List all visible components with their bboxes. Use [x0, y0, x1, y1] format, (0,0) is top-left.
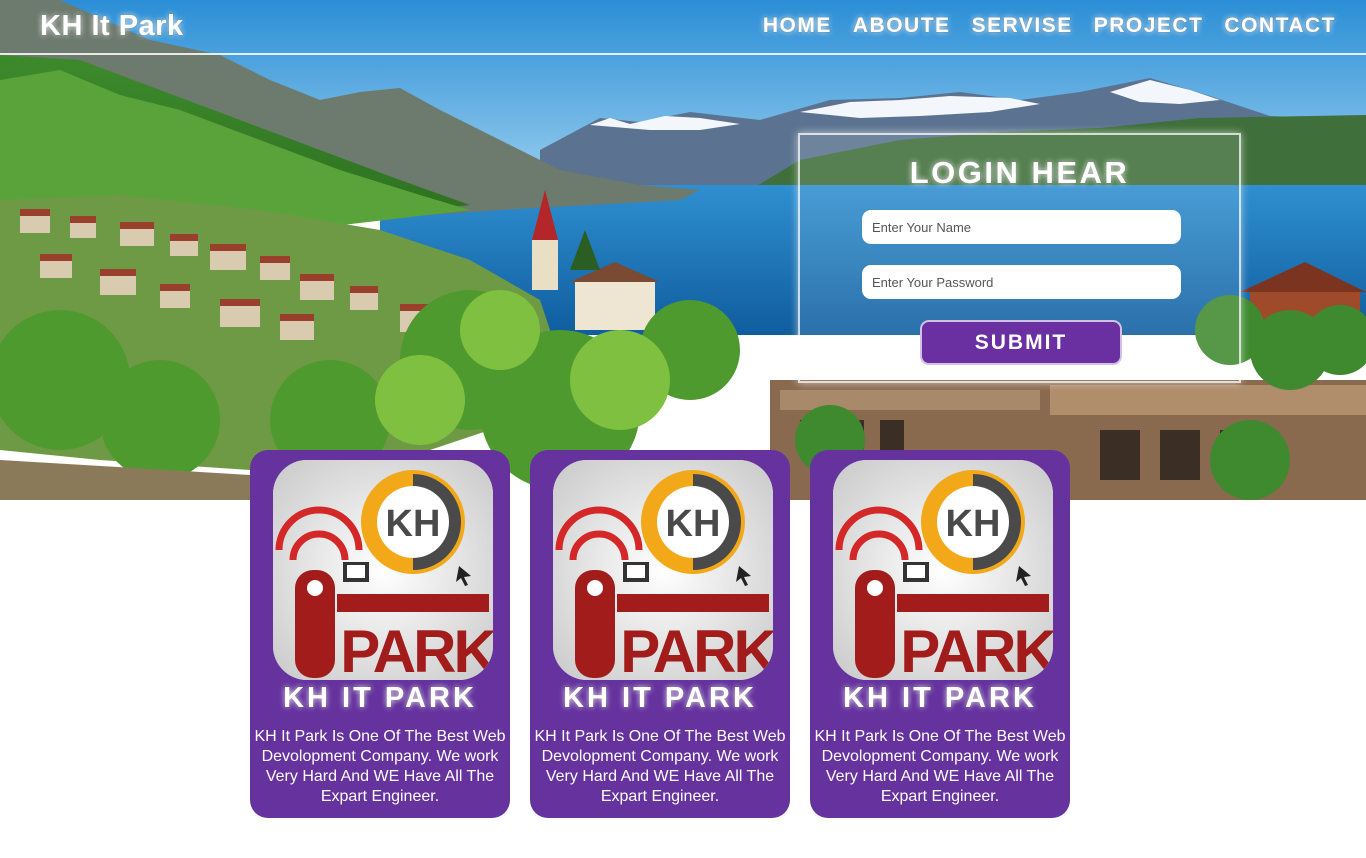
svg-text:PARK: PARK: [340, 618, 493, 680]
nav-link-about[interactable]: ABOUTE: [853, 14, 951, 38]
card-title: KH IT PARK: [283, 682, 477, 714]
submit-button[interactable]: SUBMIT: [920, 320, 1122, 365]
login-form: LOGIN HEAR SUBMIT: [798, 133, 1241, 383]
nav-link-contact[interactable]: CONTACT: [1224, 14, 1336, 38]
kh-it-park-logo: KH PARK: [833, 460, 1053, 680]
svg-text:PARK: PARK: [900, 618, 1053, 680]
card-description: KH It Park Is One Of The Best Web Devolo…: [814, 728, 1066, 805]
password-input[interactable]: [862, 265, 1181, 299]
login-title: LOGIN HEAR: [909, 155, 1130, 190]
card-list: KH PARK KH IT PARK KH It Park Is One Of …: [250, 450, 1070, 818]
card: KH PARK KH IT PARK KH It Park Is One Of …: [530, 450, 790, 818]
kh-it-park-logo: KH PARK: [553, 460, 773, 680]
kh-it-park-logo: KH PARK: [273, 460, 493, 680]
site-brand[interactable]: KH It Park: [40, 10, 184, 43]
nav-link-project[interactable]: PROJECT: [1094, 14, 1204, 38]
card-title: KH IT PARK: [843, 682, 1037, 714]
navbar: KH It Park HOME ABOUTE SERVISE PROJECT C…: [0, 0, 1366, 55]
svg-text:PARK: PARK: [620, 618, 773, 680]
card-description: KH It Park Is One Of The Best Web Devolo…: [534, 728, 786, 805]
svg-text:KH: KH: [666, 503, 721, 545]
card: KH PARK KH IT PARK KH It Park Is One Of …: [810, 450, 1070, 818]
nav-link-home[interactable]: HOME: [763, 14, 832, 38]
nav-link-service[interactable]: SERVISE: [972, 14, 1073, 38]
card: KH PARK KH IT PARK KH It Park Is One Of …: [250, 450, 510, 818]
card-title: KH IT PARK: [563, 682, 757, 714]
nav-menu: HOME ABOUTE SERVISE PROJECT CONTACT: [763, 14, 1336, 38]
svg-text:KH: KH: [386, 503, 441, 545]
name-input[interactable]: [862, 210, 1181, 244]
card-description: KH It Park Is One Of The Best Web Devolo…: [254, 728, 506, 805]
svg-text:KH: KH: [946, 503, 1001, 545]
hero-banner: KH It Park HOME ABOUTE SERVISE PROJECT C…: [0, 0, 1366, 500]
